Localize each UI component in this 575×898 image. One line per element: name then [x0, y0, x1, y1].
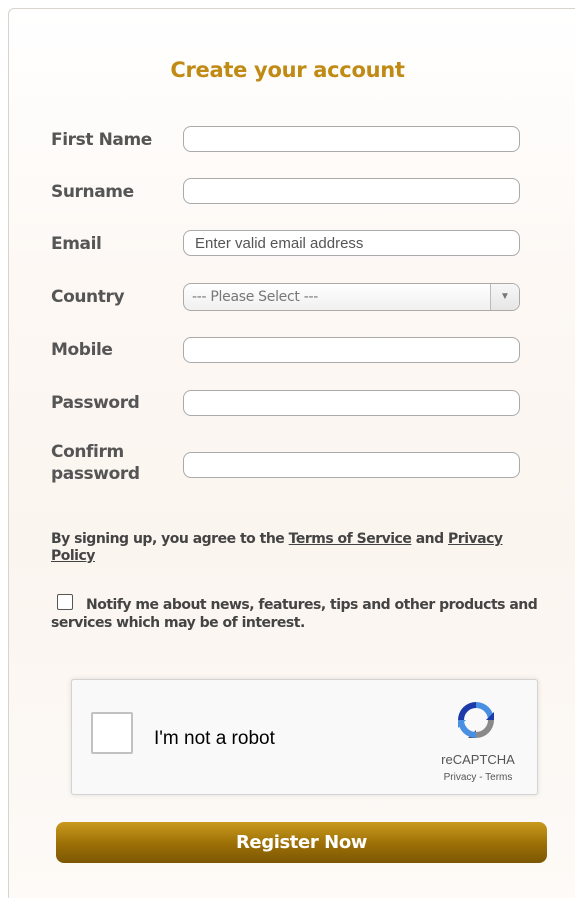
first-name-label: First Name — [51, 130, 152, 150]
chevron-down-icon: ▼ — [490, 284, 519, 310]
recaptcha-checkbox[interactable] — [91, 712, 133, 754]
register-now-button[interactable]: Register Now — [56, 822, 547, 863]
surname-label: Surname — [51, 182, 134, 202]
recaptcha-label: I'm not a robot — [154, 728, 275, 749]
notify-checkbox[interactable] — [57, 594, 73, 610]
email-input[interactable] — [183, 230, 520, 256]
country-select[interactable]: --- Please Select --- ▼ — [183, 283, 520, 311]
country-select-value: --- Please Select --- — [192, 289, 318, 305]
first-name-input[interactable] — [183, 126, 520, 152]
password-input[interactable] — [183, 390, 520, 416]
recaptcha-brand: reCAPTCHA — [441, 752, 515, 767]
recaptcha-links: Privacy - Terms — [430, 772, 526, 783]
confirm-password-label: Confirm password — [51, 441, 140, 485]
mobile-label: Mobile — [51, 340, 113, 360]
confirm-password-label-line2: password — [51, 464, 140, 484]
form-title: Create your account — [170, 58, 405, 82]
password-label: Password — [51, 393, 140, 413]
terms-middle: and — [411, 531, 449, 547]
recaptcha-terms-link[interactable]: Terms — [485, 772, 512, 783]
recaptcha-privacy-link[interactable]: Privacy — [444, 772, 477, 783]
mobile-input[interactable] — [183, 337, 520, 363]
recaptcha-icon — [458, 702, 494, 738]
country-label: Country — [51, 287, 125, 307]
terms-prefix: By signing up, you agree to the — [51, 531, 289, 547]
terms-notice: By signing up, you agree to the Terms of… — [51, 531, 541, 565]
confirm-password-input[interactable] — [183, 452, 520, 478]
recaptcha-links-separator: - — [476, 772, 486, 783]
recaptcha-widget: I'm not a robot reCAPTCHA Privacy - Term… — [71, 679, 538, 795]
notify-label: Notify me about news, features, tips and… — [51, 597, 538, 631]
confirm-password-label-line1: Confirm — [51, 442, 124, 462]
surname-input[interactable] — [183, 178, 520, 204]
terms-of-service-link[interactable]: Terms of Service — [289, 531, 412, 547]
email-label: Email — [51, 234, 102, 254]
